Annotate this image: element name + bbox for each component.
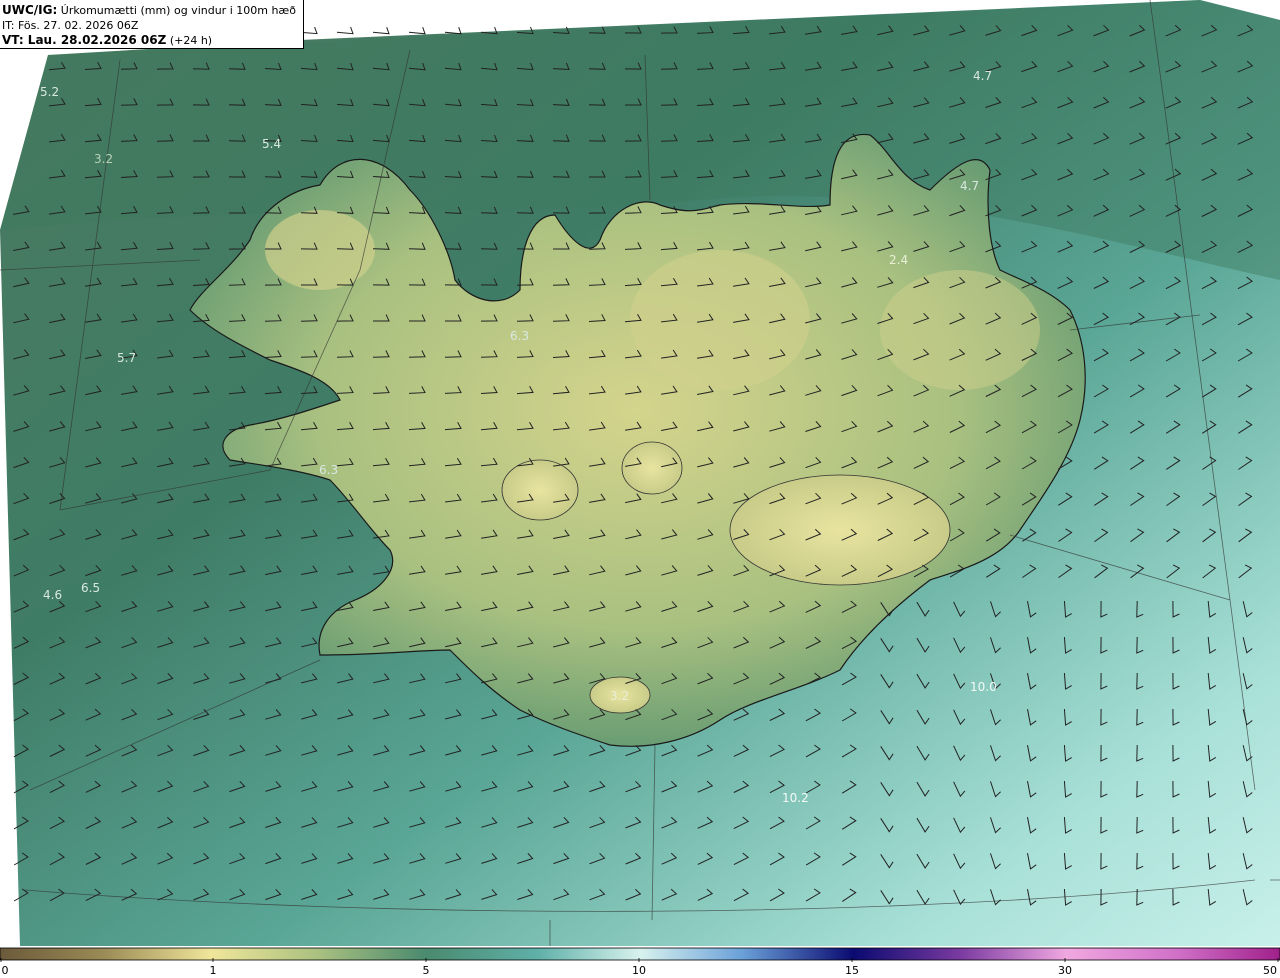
wind-barb <box>336 26 354 35</box>
value-label: 6.3 <box>319 463 338 477</box>
vatnajokull <box>729 474 951 586</box>
lead-time: (+24 h) <box>169 34 213 47</box>
colorbar-tick-label: 50 <box>1263 964 1277 977</box>
valid-time-row: VT: Lau. 28.02.2026 06Z (+24 h) <box>2 33 303 48</box>
colorbar-tick-label: 0 <box>1 964 9 977</box>
value-label: 4.6 <box>43 588 62 602</box>
colorbar-labels: 0 1 5 10 15 30 50 <box>0 962 1280 978</box>
value-label: 10.0 <box>970 680 997 694</box>
value-label: 5.7 <box>117 351 136 365</box>
wind-barb <box>372 27 390 35</box>
map-title-box: UWC/IG: Úrkomumætti (mm) og vindur i 100… <box>0 0 304 49</box>
value-label: 2.4 <box>889 253 908 267</box>
value-label: 3.2 <box>94 152 113 166</box>
value-label: 5.4 <box>262 137 281 151</box>
colorbar-tick-label: 30 <box>1058 964 1072 977</box>
init-time: IT: Fös. 27. 02. 2026 06Z <box>2 19 139 32</box>
valid-time: VT: Lau. 28.02.2026 06Z <box>2 33 167 47</box>
value-label: 4.7 <box>973 69 992 83</box>
value-label: 10.2 <box>782 791 809 805</box>
westfjords-high <box>265 210 375 290</box>
value-label: 6.3 <box>510 329 529 343</box>
langjokull <box>501 459 579 521</box>
wind-barb <box>444 26 462 35</box>
colorbar-tick-label: 15 <box>845 964 859 977</box>
colorbar <box>0 947 1280 961</box>
wind-barb <box>408 27 426 35</box>
value-label: 6.5 <box>81 581 100 595</box>
model-name: UWC/IG: <box>2 3 58 17</box>
field-description: Úrkomumætti (mm) og vindur i 100m hæð <box>60 4 296 17</box>
value-label: 4.7 <box>960 179 979 193</box>
colorbar-tick-label: 10 <box>632 964 646 977</box>
value-label: 5.2 <box>40 85 59 99</box>
colorbar-tick-label: 1 <box>209 964 217 977</box>
map-canvas: 5.2 3.2 5.4 4.7 4.7 2.4 6.3 5.7 6.3 6.5 … <box>0 0 1280 962</box>
weather-map: 5.2 3.2 5.4 4.7 4.7 2.4 6.3 5.7 6.3 6.5 … <box>0 0 1280 978</box>
colorbar-tick-label: 5 <box>422 964 430 977</box>
title-row: UWC/IG: Úrkomumætti (mm) og vindur i 100… <box>2 3 303 18</box>
value-label: 3.2 <box>610 689 629 703</box>
east-high <box>880 270 1040 390</box>
hofsjokull <box>621 441 683 495</box>
